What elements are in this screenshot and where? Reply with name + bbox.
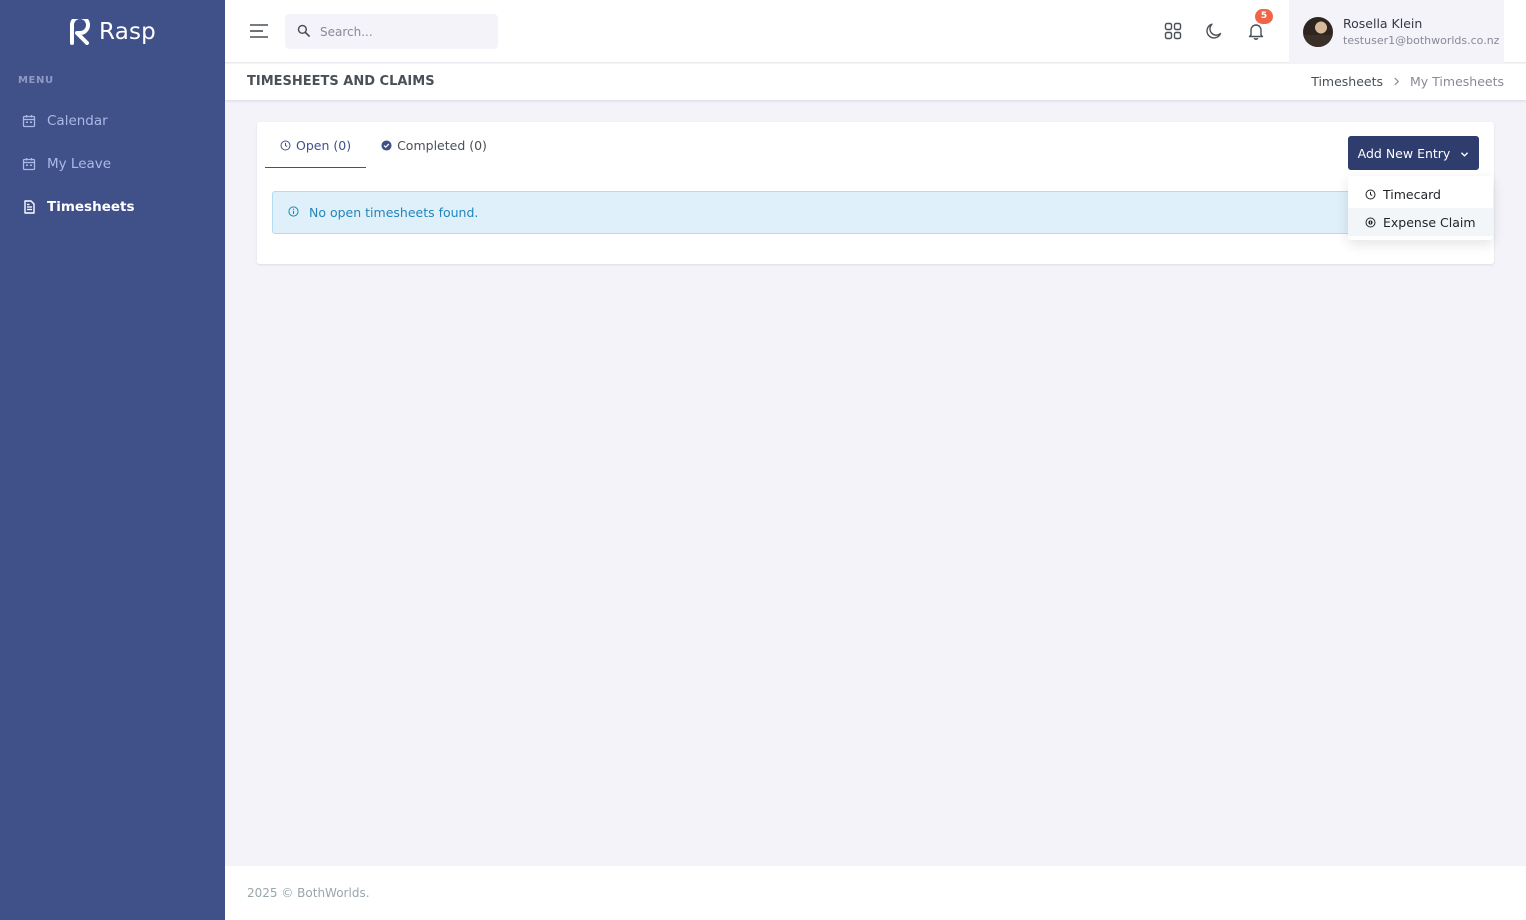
alert-message: No open timesheets found. [309, 205, 479, 220]
add-new-entry-label: Add New Entry [1357, 145, 1451, 161]
sidebar-item-label: My Leave [47, 155, 112, 172]
breadcrumb-current: My Timesheets [1410, 74, 1504, 89]
tab-completed[interactable]: Completed (0) [366, 122, 502, 168]
add-new-entry-button[interactable]: Add New Entry [1348, 136, 1479, 170]
page-title-bar: TIMESHEETS AND CLAIMS Timesheets My Time… [225, 64, 1526, 101]
notification-count-badge: 5 [1255, 9, 1273, 24]
footer-copyright: 2025 © BothWorlds. [247, 886, 370, 900]
menu-title: MENU [18, 75, 54, 86]
dropdown-item-expense-claim[interactable]: Expense Claim [1348, 208, 1493, 236]
page-title: TIMESHEETS AND CLAIMS [247, 74, 435, 89]
dollar-circle-icon [1365, 217, 1376, 228]
sidebar-item-label: Calendar [47, 112, 108, 129]
brand-logo[interactable]: Rasp [0, 0, 225, 63]
check-circle-icon [381, 139, 392, 151]
calendar-icon [22, 114, 36, 128]
sidebar-item-calendar[interactable]: Calendar [0, 99, 225, 142]
dark-mode-moon-icon[interactable] [1203, 20, 1225, 42]
add-entry-dropdown-menu: Timecard Expense Claim [1348, 176, 1493, 240]
timesheets-card: Open (0) Completed (0) Add New Entry No … [257, 122, 1494, 264]
hamburger-menu-icon[interactable] [249, 22, 269, 40]
logo-icon [70, 18, 91, 45]
breadcrumb: Timesheets My Timesheets [1311, 74, 1504, 89]
topbar: 5 Rosella Klein testuser1@bothworlds.co.… [225, 0, 1526, 63]
dropdown-item-label: Expense Claim [1383, 214, 1476, 230]
calendar-icon [22, 157, 36, 171]
search-icon [297, 22, 310, 41]
breadcrumb-link-timesheets[interactable]: Timesheets [1311, 74, 1383, 89]
sidebar-item-timesheets[interactable]: Timesheets [0, 185, 225, 228]
dropdown-item-label: Timecard [1383, 186, 1441, 202]
chevron-right-icon [1393, 75, 1400, 89]
avatar [1303, 16, 1333, 47]
sidebar-item-label: Timesheets [47, 198, 135, 215]
footer: 2025 © BothWorlds. [225, 866, 1526, 920]
apps-grid-icon[interactable] [1162, 20, 1184, 42]
timesheet-tabs: Open (0) Completed (0) [265, 122, 502, 168]
clock-icon [1365, 189, 1376, 200]
brand-name: Rasp [99, 18, 156, 45]
search-box [285, 14, 498, 49]
user-email: testuser1@bothworlds.co.nz [1343, 34, 1500, 47]
sidebar-item-my-leave[interactable]: My Leave [0, 142, 225, 185]
chevron-down-icon [1460, 146, 1469, 161]
user-name: Rosella Klein [1343, 16, 1423, 31]
tab-completed-label: Completed (0) [397, 137, 487, 153]
search-input[interactable] [320, 24, 480, 39]
dropdown-item-timecard[interactable]: Timecard [1348, 180, 1493, 208]
document-icon [22, 199, 36, 214]
clock-icon [280, 140, 291, 151]
tab-open[interactable]: Open (0) [265, 122, 367, 168]
user-profile-menu[interactable]: Rosella Klein testuser1@bothworlds.co.nz [1289, 0, 1504, 63]
tab-open-label: Open (0) [296, 137, 352, 153]
no-timesheets-alert: No open timesheets found. [272, 191, 1479, 234]
info-icon [288, 205, 299, 220]
sidebar: Rasp MENU Calendar My Leave Timesheets [0, 0, 225, 920]
